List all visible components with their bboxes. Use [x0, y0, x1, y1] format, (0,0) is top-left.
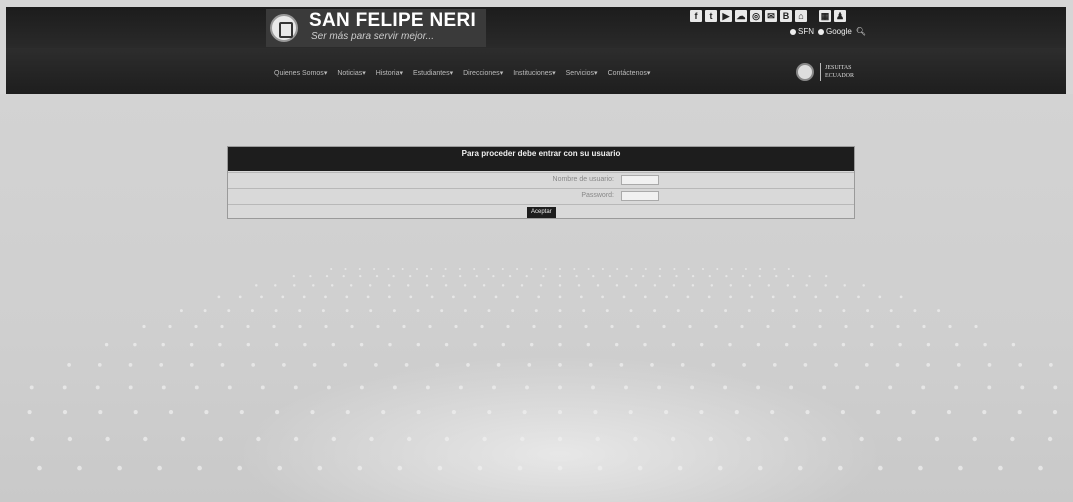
nav-item-contactenos[interactable]: Contáctenos▾ — [608, 69, 651, 77]
jesuit-brand[interactable]: JESUITAS ECUADOR — [825, 64, 854, 80]
submit-row: Aceptar — [228, 204, 854, 220]
login-form-title: Para proceder debe entrar con su usuario — [228, 147, 854, 171]
user-icon[interactable]: ♟ — [834, 10, 846, 22]
accept-button[interactable]: Aceptar — [527, 207, 556, 218]
twitter-icon[interactable]: t — [705, 10, 717, 22]
radio-icon[interactable] — [818, 28, 824, 35]
main-nav: Quienes Somos▾ Noticias▾ Historia▾ Estud… — [274, 69, 650, 77]
blogger-icon[interactable]: B — [780, 10, 792, 22]
nav-item-direcciones[interactable]: Direcciones▾ — [463, 69, 503, 77]
jesuit-seal-icon[interactable] — [796, 63, 814, 81]
password-row: Password: — [228, 188, 854, 204]
school-logo-icon[interactable] — [270, 14, 298, 42]
youtube-icon[interactable]: ▶ — [720, 10, 732, 22]
nav-item-estudiantes[interactable]: Estudiantes▾ — [413, 69, 453, 77]
nav-item-instituciones[interactable]: Instituciones▾ — [513, 69, 555, 77]
nav-item-noticias[interactable]: Noticias▾ — [337, 69, 365, 77]
social-icons: f t ▶ ☁ ◎ ✉ B ⌂ ▦ ♟ — [690, 10, 846, 22]
gallery-icon[interactable]: ▦ — [819, 10, 831, 22]
username-input[interactable] — [621, 175, 659, 185]
password-input[interactable] — [621, 191, 659, 201]
header-top-bar — [6, 7, 1066, 48]
jesuit-brand-line2: ECUADOR — [825, 73, 855, 79]
search-option-google[interactable]: Google — [818, 27, 852, 36]
password-label: Password: — [581, 192, 614, 199]
nav-item-quienes-somos[interactable]: Quienes Somos▾ — [274, 69, 327, 77]
search-icon[interactable]: 🔍︎ — [856, 27, 866, 36]
divider — [820, 63, 821, 81]
search-selector: SFN Google 🔍︎ — [790, 27, 866, 36]
gmail-icon[interactable]: ✉ — [765, 10, 777, 22]
facebook-icon[interactable]: f — [690, 10, 702, 22]
login-form: Para proceder debe entrar con su usuario… — [227, 146, 855, 219]
site-subtitle: Ser más para servir mejor... — [311, 31, 434, 42]
jesuit-brand-line1: JESUITAS — [825, 65, 852, 71]
username-label: Nombre de usuario: — [552, 176, 614, 183]
nav-item-servicios[interactable]: Servicios▾ — [566, 69, 598, 77]
icon-gap — [810, 10, 816, 22]
home-icon[interactable]: ⌂ — [795, 10, 807, 22]
nav-item-historia[interactable]: Historia▾ — [376, 69, 403, 77]
site-title[interactable]: SAN FELIPE NERI — [309, 10, 476, 32]
radio-icon[interactable] — [790, 28, 796, 35]
instagram-icon[interactable]: ◎ — [750, 10, 762, 22]
search-option-sfn[interactable]: SFN — [790, 27, 814, 36]
soundcloud-icon[interactable]: ☁ — [735, 10, 747, 22]
username-row: Nombre de usuario: — [228, 172, 854, 188]
